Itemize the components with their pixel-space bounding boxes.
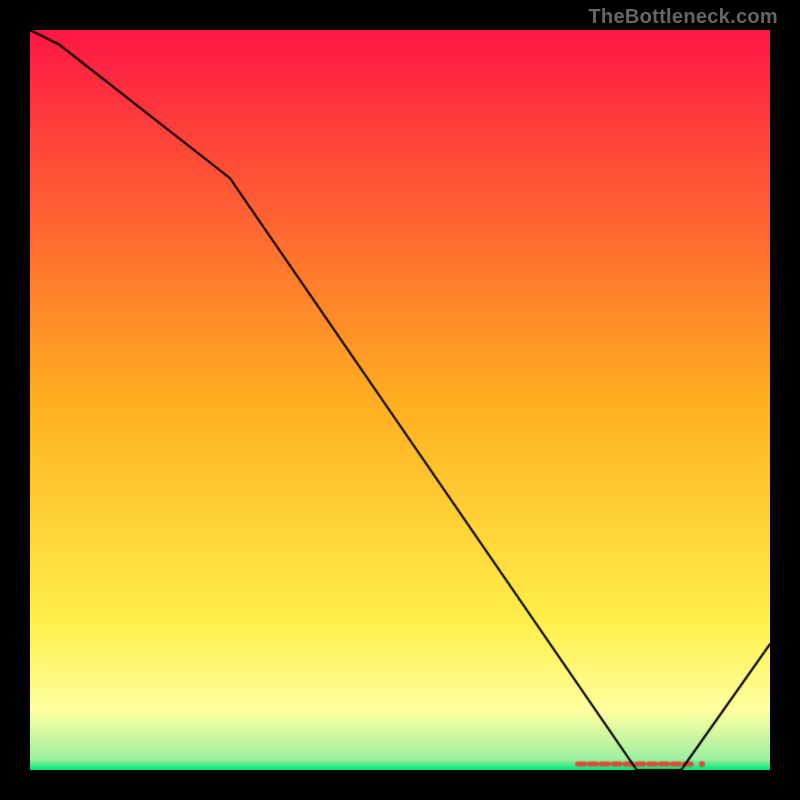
chart-page: TheBottleneck.com [0, 0, 800, 800]
watermark-text: TheBottleneck.com [588, 6, 778, 29]
chart-container [30, 30, 770, 770]
chart-canvas [30, 30, 770, 770]
